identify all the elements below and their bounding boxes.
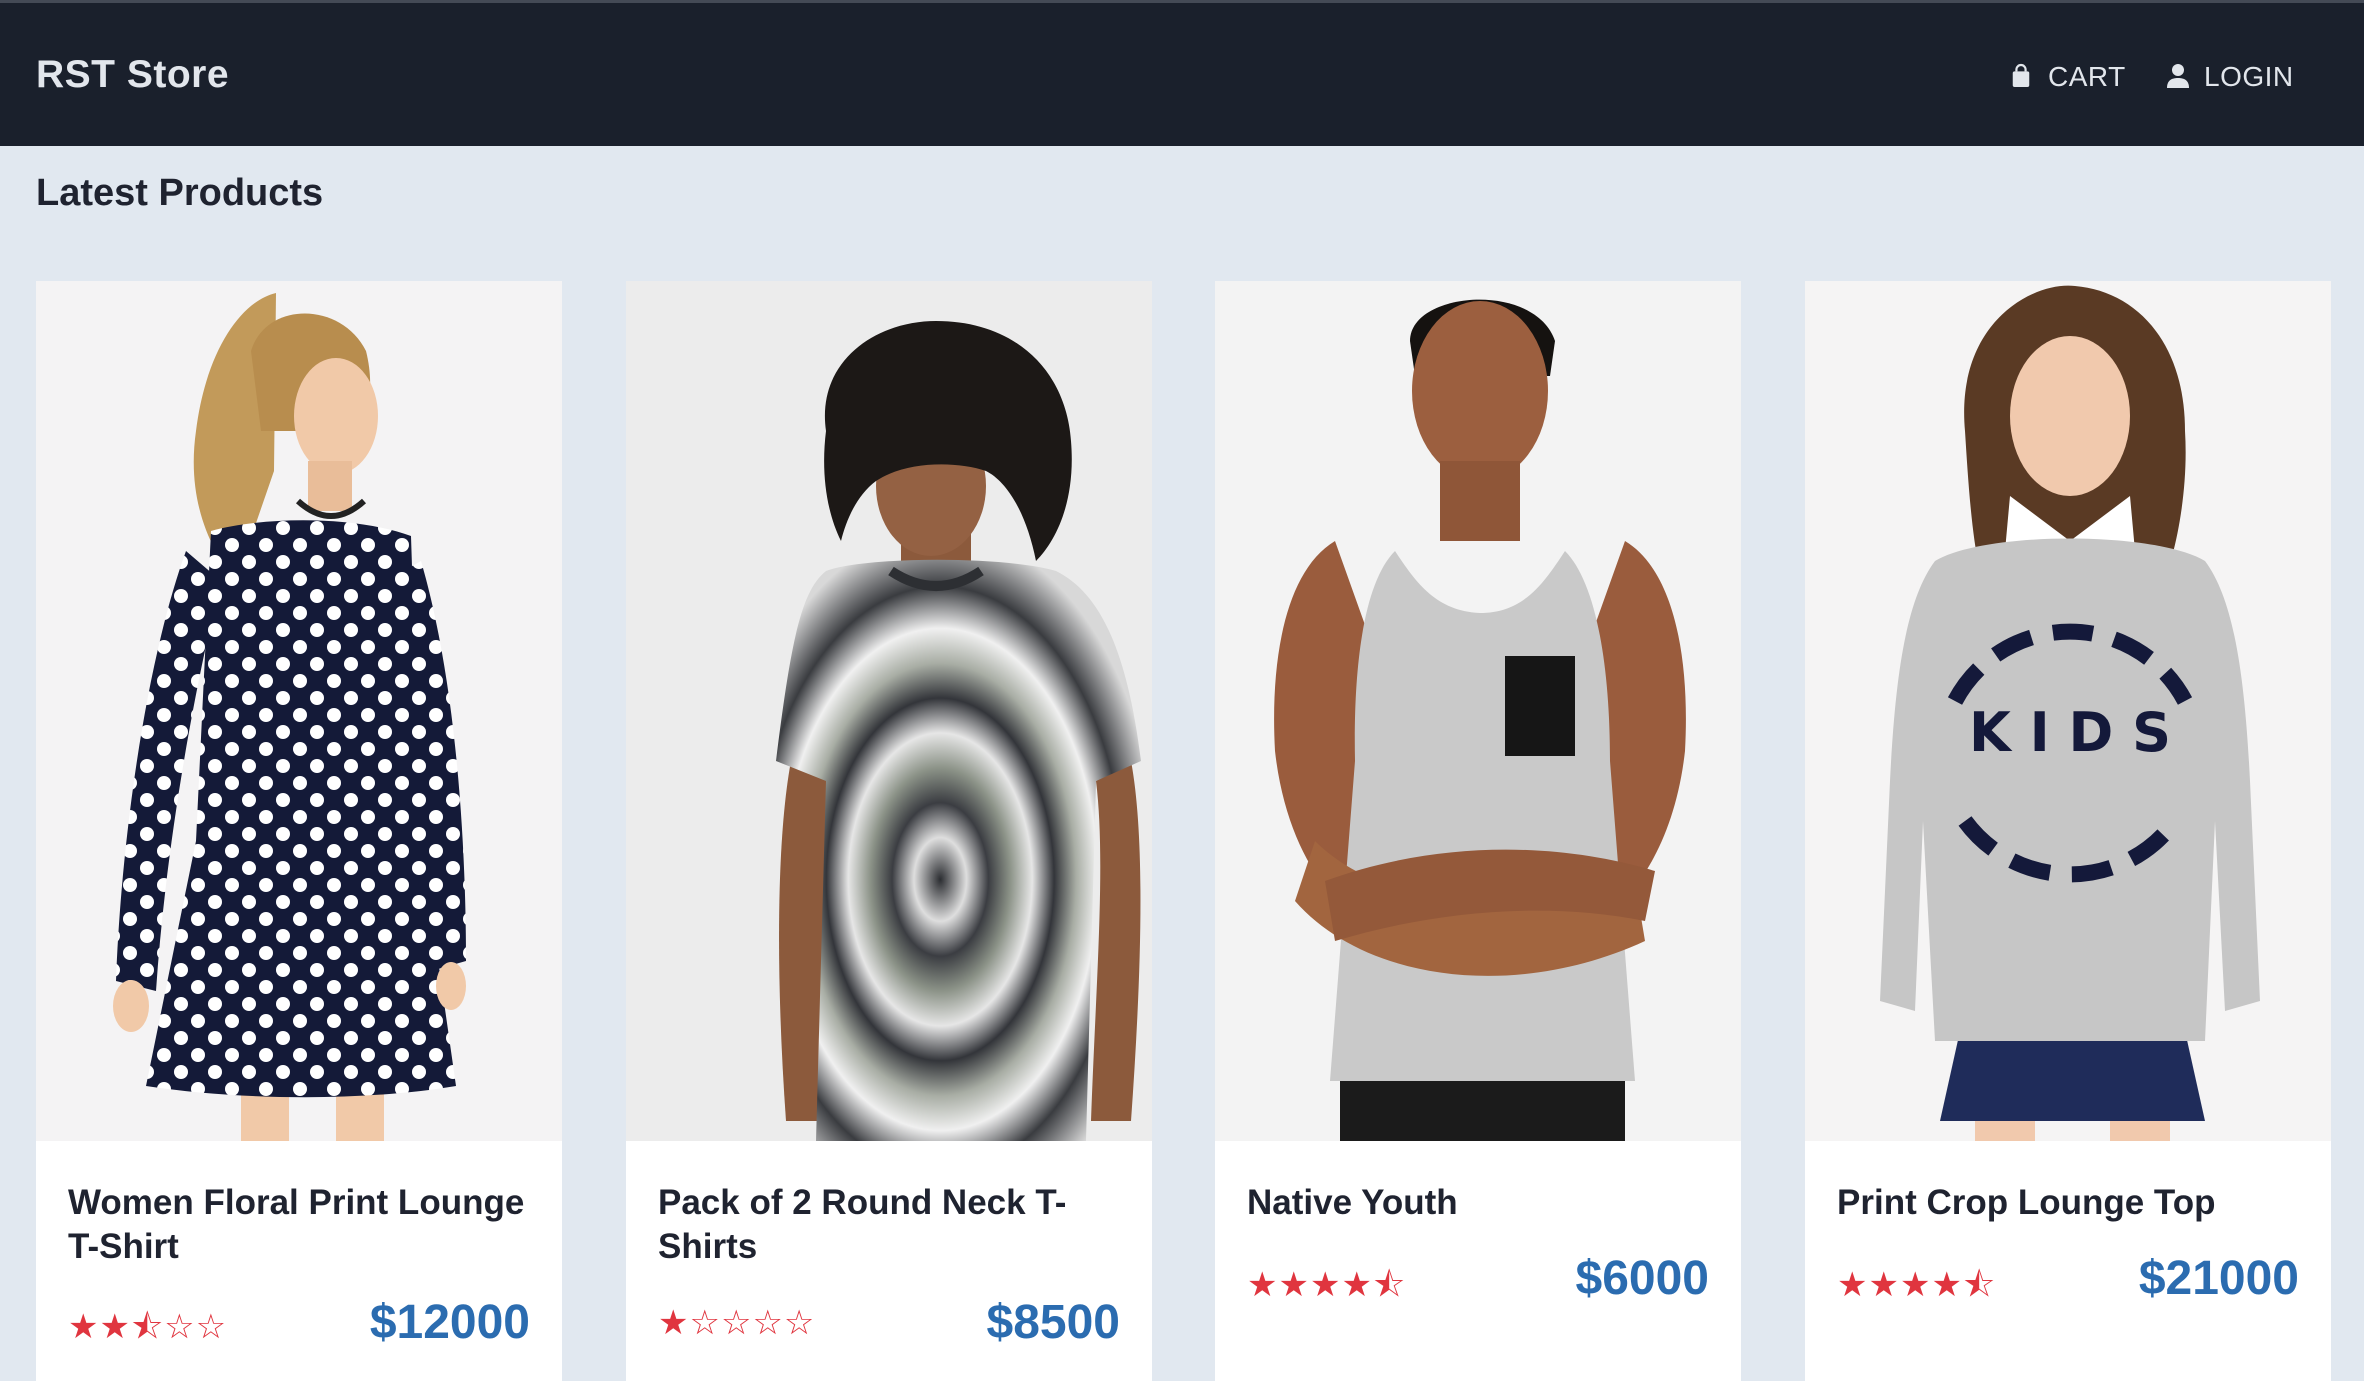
product-price: $12000	[369, 1296, 530, 1349]
product-image-cool-kids-club-sweatshirt[interactable]: K I D S	[1805, 281, 2331, 1141]
page-title: Latest Products	[36, 172, 324, 214]
product-title[interactable]: Native Youth	[1247, 1181, 1717, 1225]
product-title[interactable]: Women Floral Print Lounge T-Shirt	[68, 1181, 538, 1269]
product-rating: ★★⯪☆☆	[68, 1308, 228, 1346]
cart-link[interactable]: CART	[2010, 59, 2126, 95]
login-label: LOGIN	[2204, 61, 2294, 92]
product-price: $6000	[1575, 1252, 1709, 1305]
product-image-grey-tank-top[interactable]	[1215, 281, 1741, 1141]
product-card[interactable]: K I D S Print Crop Lounge Top ★★★★⯪ $210…	[1805, 281, 2331, 1381]
product-card[interactable]: Pack of 2 Round Neck T-Shirts ★☆☆☆☆ $850…	[626, 281, 1152, 1381]
product-rating: ★★★★⯪	[1247, 1266, 1407, 1304]
user-icon	[2166, 63, 2192, 91]
product-card[interactable]: Women Floral Print Lounge T-Shirt ★★⯪☆☆ …	[36, 281, 562, 1381]
product-image-tie-dye-tshirt[interactable]	[626, 281, 1152, 1141]
product-rating: ★★★★⯪	[1837, 1266, 1997, 1304]
svg-text:K I D S: K I D S	[1969, 701, 2171, 764]
product-title[interactable]: Pack of 2 Round Neck T-Shirts	[658, 1181, 1128, 1269]
login-link[interactable]: LOGIN	[2166, 59, 2294, 95]
shopping-bag-icon	[2010, 63, 2036, 91]
cart-label: CART	[2048, 61, 2126, 92]
product-price: $8500	[986, 1296, 1120, 1349]
brand-logo[interactable]: RST Store	[36, 53, 229, 97]
product-rating: ★☆☆☆☆	[658, 1304, 816, 1342]
product-price: $21000	[2138, 1252, 2299, 1305]
navbar: RST Store CART LOGIN	[0, 0, 2364, 146]
product-title[interactable]: Print Crop Lounge Top	[1837, 1181, 2307, 1225]
product-image-polka-dot-dress[interactable]	[36, 281, 562, 1141]
product-card[interactable]: Native Youth ★★★★⯪ $6000	[1215, 281, 1741, 1381]
